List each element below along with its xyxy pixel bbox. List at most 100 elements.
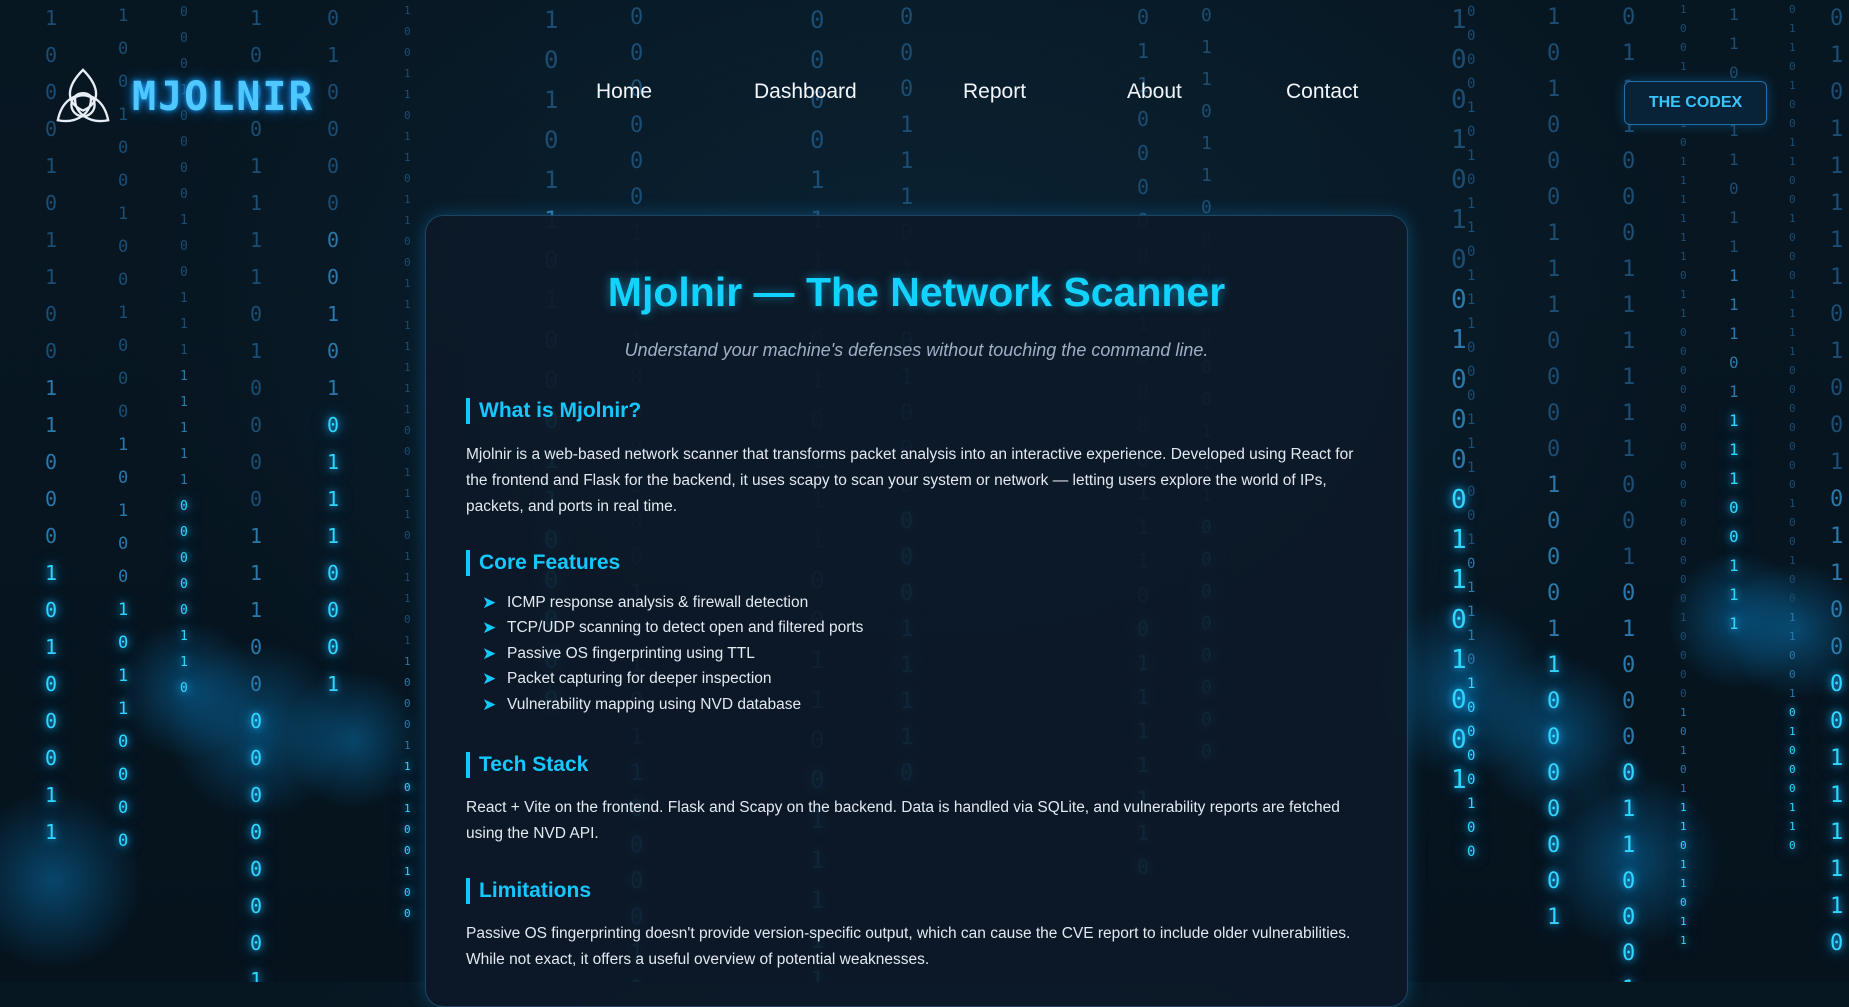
rain-digit: 0 bbox=[118, 798, 129, 818]
rain-digit: 1 bbox=[1467, 604, 1476, 620]
rain-digit: 0 bbox=[1467, 244, 1476, 260]
rain-digit: 0 bbox=[1729, 353, 1739, 372]
list-item: ➤ Passive OS fingerprinting using TTL bbox=[482, 641, 863, 667]
brand-logo[interactable]: MJOLNIR bbox=[52, 66, 315, 128]
feature-label: Passive OS fingerprinting using TTL bbox=[507, 644, 755, 662]
rain-digit: 0 bbox=[250, 450, 263, 474]
rain-digit: 0 bbox=[327, 561, 340, 585]
rain-digit: 1 bbox=[1789, 288, 1796, 301]
rain-digit: 1 bbox=[1680, 706, 1687, 719]
rain-digit: 1 bbox=[1622, 437, 1636, 462]
rain-digit: 0 bbox=[1467, 364, 1476, 380]
rain-digit: 0 bbox=[45, 746, 58, 770]
page-title: Mjolnir — The Network Scanner bbox=[607, 269, 1226, 315]
rain-digit: 0 bbox=[404, 424, 411, 437]
rain-digit: 0 bbox=[1789, 459, 1796, 472]
rain-digit: 1 bbox=[404, 550, 411, 563]
rain-digit: 0 bbox=[327, 413, 340, 437]
rain-digit: 0 bbox=[1789, 839, 1796, 852]
rain-digit: 1 bbox=[45, 228, 58, 252]
rain-digit: 1 bbox=[1680, 915, 1687, 928]
rain-digit: 0 bbox=[1622, 473, 1636, 498]
rain-digit: 0 bbox=[1547, 581, 1561, 606]
rain-digit: 1 bbox=[1547, 473, 1561, 498]
rain-digit: 1 bbox=[1467, 460, 1476, 476]
arrow-right-icon: ➤ bbox=[482, 592, 497, 612]
rain-digit: 1 bbox=[404, 760, 411, 773]
rain-digit: 0 bbox=[1547, 761, 1561, 786]
rain-digit: 1 bbox=[1622, 365, 1636, 390]
rain-digit: 1 bbox=[1729, 295, 1739, 314]
rain-digit: 1 bbox=[1680, 782, 1687, 795]
rain-digit: 0 bbox=[1467, 772, 1476, 788]
rain-digit: 0 bbox=[1680, 592, 1687, 605]
rain-digit: 1 bbox=[1451, 645, 1467, 675]
rain-digit: 0 bbox=[1467, 820, 1476, 836]
nav-dashboard-link[interactable]: Dashboard bbox=[754, 80, 857, 104]
rain-digit: 1 bbox=[1467, 796, 1476, 812]
rain-digit: 0 bbox=[1622, 221, 1636, 246]
rain-digit: 1 bbox=[1467, 268, 1476, 284]
rain-digit: 1 bbox=[327, 302, 340, 326]
rain-digit: 1 bbox=[1729, 266, 1739, 285]
rain-digit: 1 bbox=[1789, 345, 1796, 358]
rain-digit: 1 bbox=[180, 655, 188, 670]
rain-digit: 0 bbox=[118, 732, 129, 752]
rain-digit: 0 bbox=[1547, 833, 1561, 858]
rain-digit: 1 bbox=[404, 508, 411, 521]
rain-digit: 0 bbox=[1467, 484, 1476, 500]
rain-digit: 1 bbox=[327, 672, 340, 696]
rain-digit: 1 bbox=[404, 466, 411, 479]
rain-digit: 0 bbox=[45, 672, 58, 696]
nav-contact-link[interactable]: Contact bbox=[1286, 80, 1358, 104]
rain-digit: 1 bbox=[404, 214, 411, 227]
rain-digit: 1 bbox=[1830, 783, 1844, 808]
rain-digit: 1 bbox=[1467, 580, 1476, 596]
rain-digit: 1 bbox=[45, 413, 58, 437]
rain-digit: 0 bbox=[45, 598, 58, 622]
rain-digit: 1 bbox=[1622, 401, 1636, 426]
rain-digit: 0 bbox=[1680, 896, 1687, 909]
rain-glow bbox=[1727, 560, 1849, 700]
codex-button[interactable]: THE CODEX bbox=[1624, 81, 1767, 125]
rain-digit: 0 bbox=[1680, 687, 1687, 700]
nav-about-link[interactable]: About bbox=[1127, 80, 1182, 104]
rain-digit: 1 bbox=[1680, 212, 1687, 225]
rain-digit: 0 bbox=[327, 265, 340, 289]
section-heading-limitations: Limitations bbox=[466, 878, 591, 904]
rain-digit: 0 bbox=[1622, 653, 1636, 678]
rain-digit: 1 bbox=[1467, 436, 1476, 452]
rain-digit: 1 bbox=[1547, 617, 1561, 642]
rain-digit: 1 bbox=[1789, 497, 1796, 510]
nav-report-link[interactable]: Report bbox=[963, 80, 1026, 104]
rain-digit: 1 bbox=[250, 228, 263, 252]
rain-digit: 0 bbox=[404, 235, 411, 248]
rain-digit: 0 bbox=[1680, 573, 1687, 586]
rain-digit: 0 bbox=[327, 228, 340, 252]
rain-digit: 1 bbox=[180, 447, 188, 462]
rain-digit: 0 bbox=[1830, 302, 1844, 327]
rain-digit: 1 bbox=[1729, 324, 1739, 343]
rain-digit: 1 bbox=[1547, 257, 1561, 282]
rain-digit: 0 bbox=[1467, 724, 1476, 740]
rain-digit: 0 bbox=[327, 598, 340, 622]
rain-digit: 1 bbox=[1830, 894, 1844, 919]
section-heading-tech-stack: Tech Stack bbox=[466, 752, 588, 778]
rain-digit: 1 bbox=[327, 376, 340, 400]
rain-digit: 0 bbox=[404, 445, 411, 458]
rain-glow bbox=[118, 620, 258, 760]
rain-digit: 1 bbox=[45, 376, 58, 400]
rain-digit: 1 bbox=[1789, 687, 1796, 700]
rain-digit: 0 bbox=[404, 844, 411, 857]
rain-digit: 0 bbox=[118, 369, 129, 389]
rain-digit: 0 bbox=[1467, 652, 1476, 668]
rain-digit: 1 bbox=[327, 450, 340, 474]
rain-digit: 0 bbox=[404, 676, 411, 689]
nav-home-link[interactable]: Home bbox=[596, 80, 652, 104]
rain-digit: 1 bbox=[250, 339, 263, 363]
rain-digit: 1 bbox=[1680, 231, 1687, 244]
rain-digit: 1 bbox=[250, 191, 263, 215]
rain-digit: 1 bbox=[404, 802, 411, 815]
rain-digit: 0 bbox=[1622, 941, 1636, 966]
rain-digit: 0 bbox=[1789, 592, 1796, 605]
